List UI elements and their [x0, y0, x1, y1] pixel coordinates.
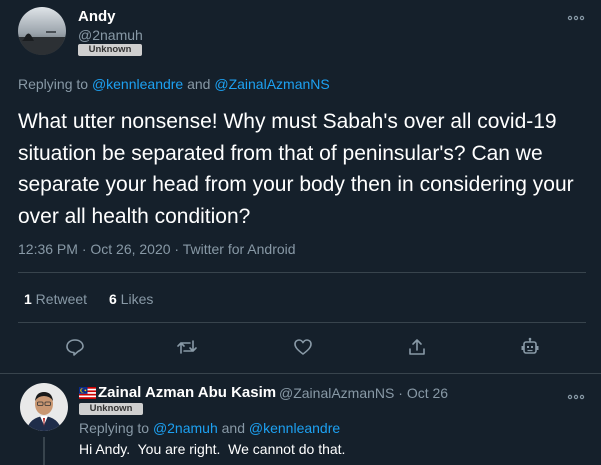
bot-icon[interactable]: [519, 336, 541, 358]
retweets-stat[interactable]: 1 Retweet: [24, 291, 87, 309]
retweet-count: 1: [24, 291, 32, 307]
like-label: Likes: [116, 291, 154, 307]
reply-author-name[interactable]: Zainal Azman Abu Kasim: [98, 384, 276, 401]
replying-and: and: [183, 76, 215, 92]
more-options-icon[interactable]: [566, 389, 586, 400]
mention-2namuh[interactable]: @2namuh: [153, 420, 218, 436]
author-avatar[interactable]: [18, 7, 66, 55]
like-count: 6: [109, 291, 117, 307]
reply-author-handle-date[interactable]: @ZainalAzmanNS · Oct 26: [279, 385, 448, 401]
replying-and: and: [217, 420, 249, 436]
mention-zainalazmanns[interactable]: @ZainalAzmanNS: [214, 76, 329, 92]
more-options-icon[interactable]: [566, 10, 586, 21]
retweet-icon[interactable]: [176, 336, 198, 358]
mention-kennleandre[interactable]: @kennleandre: [249, 420, 340, 436]
malaysia-flag-icon: [79, 386, 96, 399]
author-handle[interactable]: @2namuh: [78, 27, 143, 43]
author-name[interactable]: Andy: [78, 8, 116, 25]
reply-author-avatar[interactable]: [20, 383, 68, 431]
unknown-badge: Unknown: [78, 44, 142, 56]
reply-icon[interactable]: [64, 336, 86, 358]
replying-prefix: Replying to: [79, 420, 153, 436]
tweet-timestamp[interactable]: 12:36 PM · Oct 26, 2020 · Twitter for An…: [18, 241, 296, 257]
mention-kennleandre[interactable]: @kennleandre: [92, 76, 183, 92]
divider: [0, 373, 601, 374]
reply-date[interactable]: · Oct 26: [394, 385, 448, 401]
thread-line: [43, 437, 45, 465]
unknown-badge: Unknown: [79, 403, 143, 415]
likes-stat[interactable]: 6 Likes: [109, 291, 153, 309]
divider: [18, 322, 586, 323]
replying-to-line: Replying to @kennleandre and @ZainalAzma…: [18, 76, 330, 92]
like-icon[interactable]: [292, 336, 314, 358]
retweet-label: Retweet: [31, 291, 88, 307]
divider: [18, 272, 586, 273]
tweet-text: What utter nonsense! Why must Sabah's ov…: [18, 110, 574, 228]
replying-prefix: Replying to: [18, 76, 92, 92]
reply-author-handle[interactable]: @ZainalAzmanNS: [279, 385, 394, 401]
reply-replying-to-line: Replying to @2namuh and @kennleandre: [79, 420, 340, 436]
share-icon[interactable]: [406, 336, 428, 358]
reply-tweet-text: Hi Andy. You are right. We cannot do tha…: [79, 441, 346, 457]
